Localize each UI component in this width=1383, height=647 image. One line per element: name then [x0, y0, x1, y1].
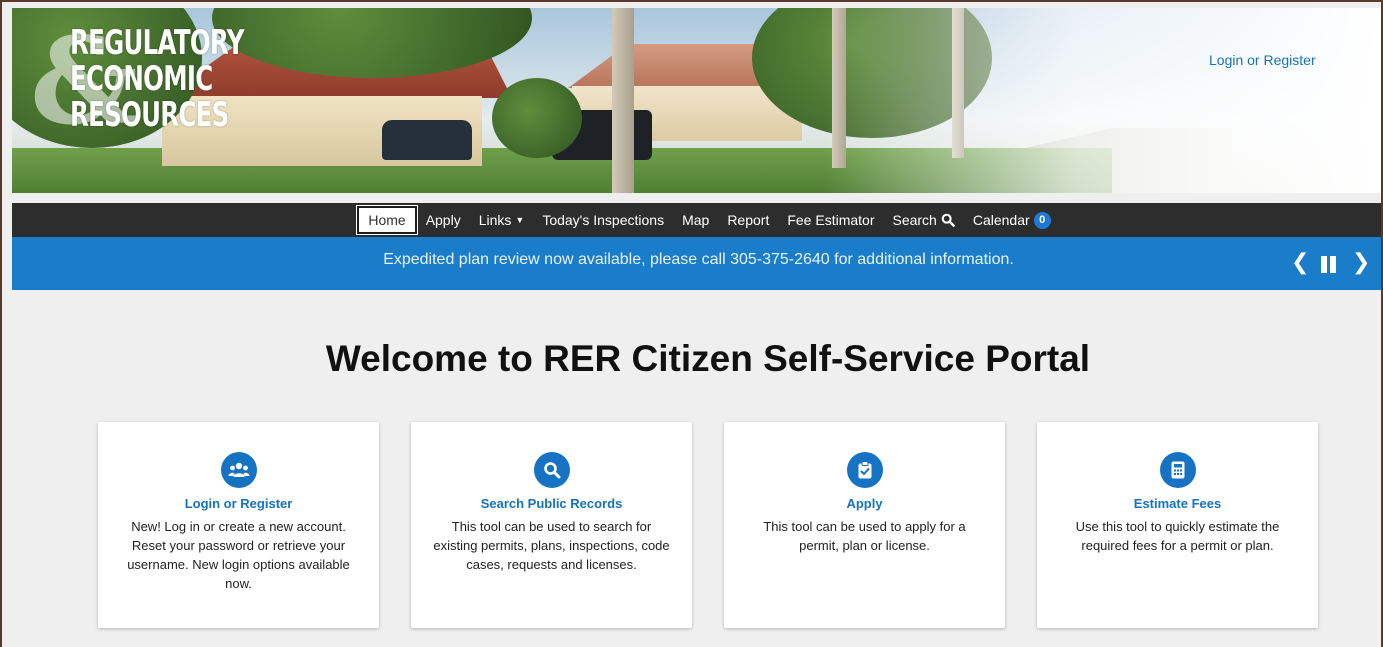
card-title: Login or Register	[184, 496, 293, 511]
nav-map-label: Map	[682, 212, 710, 228]
nav-home[interactable]: Home	[356, 205, 418, 235]
card-title: Search Public Records	[480, 496, 623, 511]
nav-report-label: Report	[727, 212, 770, 228]
hero-tree	[492, 78, 582, 158]
announcement-bar: Expedited plan review now available, ple…	[12, 237, 1381, 290]
pause-icon[interactable]	[1321, 253, 1339, 273]
logo-line-1: REGULATORY	[70, 23, 244, 63]
page-title: Welcome to RER Citizen Self-Service Port…	[325, 338, 1091, 379]
nav-map[interactable]: Map	[673, 207, 718, 233]
nav-links-dropdown[interactable]: Links ▼	[470, 207, 534, 233]
search-icon	[941, 213, 955, 227]
nav-search-label: Search	[892, 212, 937, 228]
nav-items: Home Apply Links ▼ Today's Inspections Ma…	[356, 205, 1060, 235]
nav-apply-label: Apply	[425, 212, 461, 228]
users-icon	[220, 452, 257, 488]
hero-car	[382, 120, 472, 160]
page-frame: & REGULATORY ECONOMIC RESOURCES Login or…	[0, 0, 1383, 647]
announcement-message: Expedited plan review now available, ple…	[383, 251, 1014, 268]
nav-search[interactable]: Search	[883, 207, 963, 233]
header-login-link[interactable]: Login or Register	[1209, 52, 1316, 68]
card-title: Apply	[846, 496, 883, 511]
hero-palm-trunk	[612, 8, 634, 193]
nav-links-label: Links	[478, 212, 512, 228]
card-description: This tool can be used to apply for a per…	[763, 519, 966, 553]
nav-calendar-label: Calendar	[972, 212, 1030, 228]
card-search-public-records[interactable]: Search Public Records This tool can be u…	[411, 422, 692, 628]
logo-line-3: RESOURCES	[70, 95, 229, 135]
card-title: Estimate Fees	[1133, 496, 1222, 511]
card-description: This tool can be used to search for exis…	[433, 519, 670, 572]
clipboard-check-icon	[846, 452, 883, 488]
card-apply[interactable]: Apply This tool can be used to apply for…	[724, 422, 1005, 628]
hero-banner: & REGULATORY ECONOMIC RESOURCES Login or…	[12, 8, 1381, 193]
calculator-icon	[1159, 452, 1196, 488]
nav-apply[interactable]: Apply	[417, 207, 470, 233]
nav-fee-estimator-label: Fee Estimator	[787, 212, 875, 228]
main-nav: Home Apply Links ▼ Today's Inspections Ma…	[12, 203, 1381, 237]
caret-down-icon: ▼	[515, 215, 525, 225]
hero-haze	[823, 8, 1381, 193]
nav-home-label: Home	[368, 212, 406, 228]
card-login-register[interactable]: Login or Register New! Log in or create …	[98, 422, 379, 628]
nav-report[interactable]: Report	[718, 207, 778, 233]
card-description: New! Log in or create a new account. Res…	[127, 519, 350, 591]
nav-fee-estimator[interactable]: Fee Estimator	[778, 207, 883, 233]
card-description: Use this tool to quickly estimate the re…	[1075, 519, 1280, 553]
card-estimate-fees[interactable]: Estimate Fees Use this tool to quickly e…	[1037, 422, 1318, 628]
main-content: Welcome to RER Citizen Self-Service Port…	[12, 290, 1381, 647]
calendar-count-badge: 0	[1033, 211, 1051, 229]
chevron-left-icon[interactable]: ❮	[1291, 249, 1309, 275]
rer-logo[interactable]: & REGULATORY ECONOMIC RESOURCES	[30, 16, 244, 146]
nav-calendar[interactable]: Calendar 0	[964, 207, 1060, 234]
search-icon	[533, 452, 570, 488]
chevron-right-icon[interactable]: ❯	[1352, 249, 1370, 275]
nav-todays-inspections[interactable]: Today's Inspections	[533, 207, 673, 233]
nav-todays-inspections-label: Today's Inspections	[542, 212, 665, 228]
logo-line-2: ECONOMIC	[70, 59, 213, 99]
